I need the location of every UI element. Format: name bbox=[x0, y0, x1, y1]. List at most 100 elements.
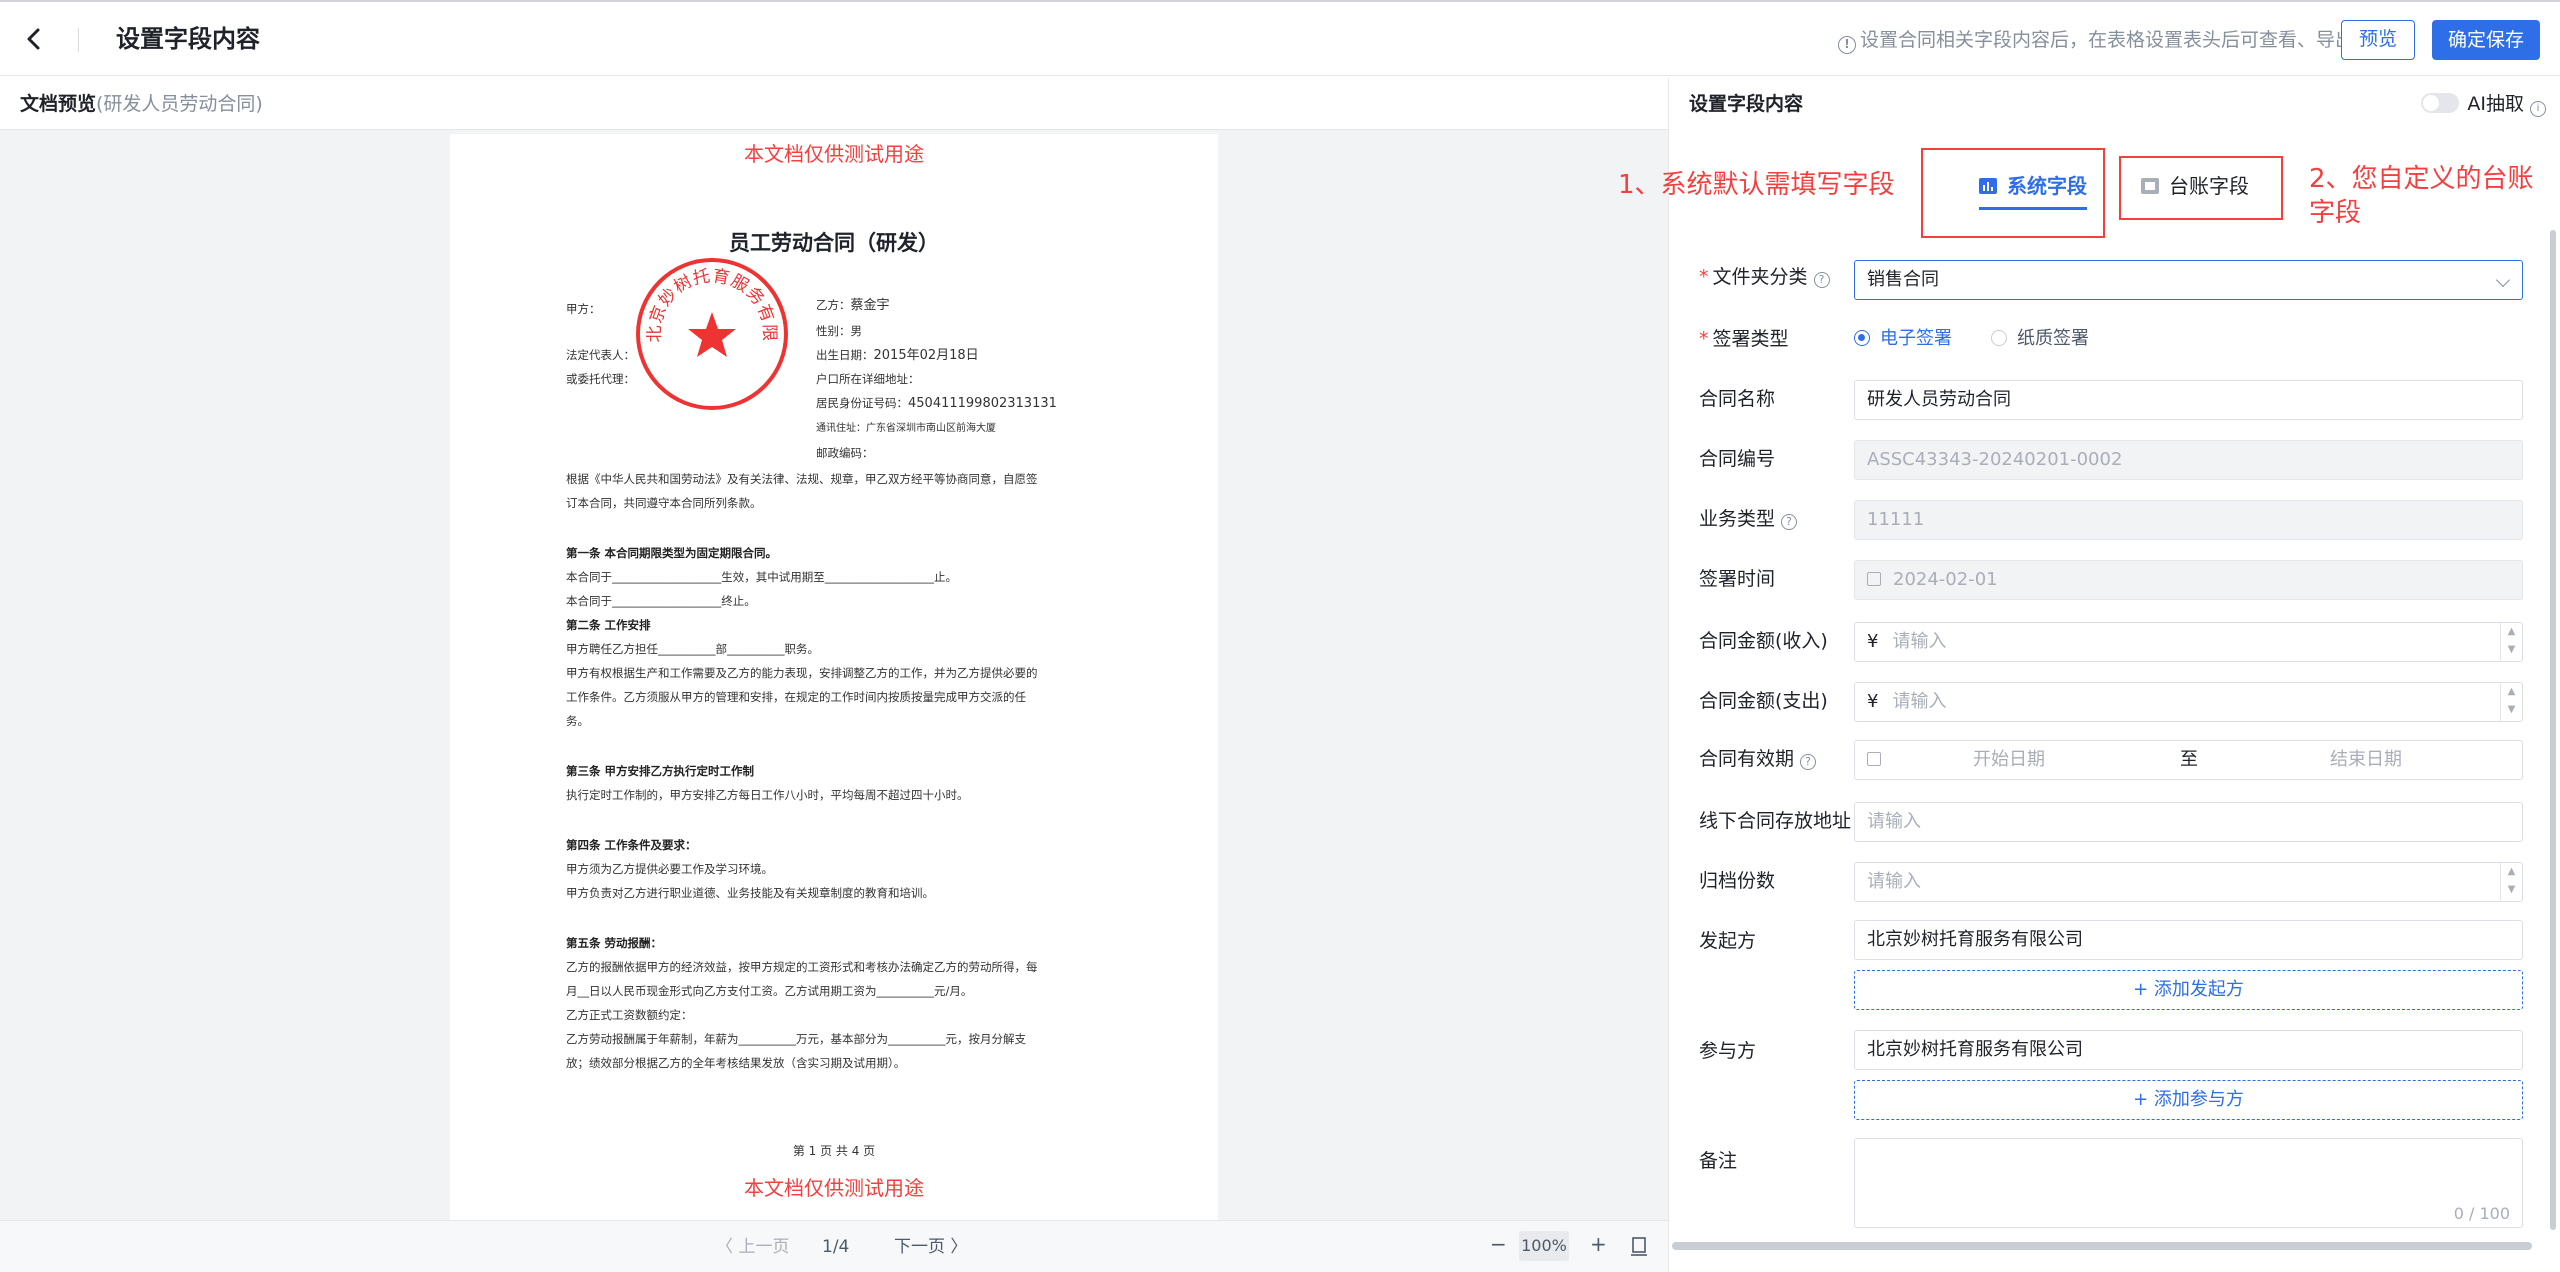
copies-placeholder: 请输入 bbox=[1867, 871, 1921, 892]
ai-extract-label: AI抽取 bbox=[2467, 93, 2524, 115]
header-tip-text: 设置合同相关字段内容后，在表格设置表头后可查看、导出 bbox=[1860, 29, 2355, 51]
initiator-input[interactable]: 北京妙树托育服务有限公司 bbox=[1854, 920, 2523, 960]
prev-page-button[interactable]: 〈 上一页 bbox=[716, 1235, 789, 1259]
doc-a4l1: 甲方须为乙方提供必要工作及学习环境。 bbox=[566, 862, 773, 876]
offline-label: 线下合同存放地址 bbox=[1699, 810, 1852, 832]
biz-label-text: 业务类型 bbox=[1699, 508, 1776, 530]
doc-idno-value: 450411199802313131 bbox=[908, 396, 1057, 411]
sign-time-input[interactable]: 2024-02-01 bbox=[1854, 560, 2523, 600]
doc-idno: 居民身份证号码：450411199802313131 bbox=[816, 394, 1057, 413]
bar-chart-icon bbox=[1979, 178, 1997, 194]
doc-idno-label: 居民身份证号码： bbox=[816, 396, 908, 410]
doc-a2l1: 甲方聘任乙方担任__________部__________职务。 bbox=[566, 642, 819, 656]
zoom-in-button[interactable]: + bbox=[1590, 1232, 1607, 1256]
doc-p1: 根据《中华人民共和国劳动法》及有关法律、法规、规章，甲乙双方经平等协商同意，自愿… bbox=[566, 472, 1038, 486]
doc-a2: 第二条 工作安排 bbox=[566, 618, 651, 632]
preview-label: 文档预览 bbox=[20, 93, 97, 115]
valid-label: 合同有效期? bbox=[1699, 746, 1817, 772]
help-icon[interactable]: ? bbox=[1813, 272, 1830, 288]
income-placeholder: 请输入 bbox=[1892, 631, 1947, 652]
page-footer: 第 1 页 共 4 页 bbox=[792, 1144, 876, 1158]
signtype-label-text: 签署类型 bbox=[1712, 328, 1789, 350]
copies-input[interactable]: 请输入 ▲ ▼ bbox=[1854, 862, 2523, 902]
add-initiator-button[interactable]: + 添加发起方 bbox=[1854, 970, 2523, 1010]
income-amount-input[interactable]: ¥ 请输入 ▲ ▼ bbox=[1854, 622, 2523, 662]
stepper-icon[interactable]: ▲ ▼ bbox=[2500, 683, 2522, 721]
stepper-icon[interactable]: ▲ ▼ bbox=[2500, 623, 2522, 661]
doc-jiafang: 甲方： bbox=[566, 302, 601, 316]
ai-info-icon[interactable]: i bbox=[2530, 101, 2546, 117]
pager-bar: 〈 上一页 1/4 下一页 〉 − 100% + bbox=[0, 1220, 1668, 1272]
contract-name-input[interactable]: 研发人员劳动合同 bbox=[1854, 380, 2523, 420]
doc-a1l1: 本合同于___________________生效，其中试用期至________… bbox=[566, 570, 957, 584]
expense-amount-input[interactable]: ¥ 请输入 ▲ ▼ bbox=[1854, 682, 2523, 722]
expense-label: 合同金额(支出) bbox=[1699, 690, 1828, 712]
folder-select[interactable]: 销售合同 bbox=[1854, 260, 2523, 300]
participant-input[interactable]: 北京妙树托育服务有限公司 bbox=[1854, 1030, 2523, 1070]
doc-hukou: 户口所在详细地址： bbox=[816, 372, 920, 386]
info-icon: ! bbox=[1838, 36, 1856, 54]
watermark-bottom: 本文档仅供测试用途 bbox=[744, 1176, 924, 1200]
biz-label: 业务类型? bbox=[1699, 506, 1798, 532]
doc-a3: 第三条 甲方安排乙方执行定时工作制 bbox=[566, 764, 755, 778]
remark-textarea[interactable]: 0 / 100 bbox=[1854, 1138, 2523, 1228]
help-icon[interactable]: ? bbox=[1800, 754, 1817, 770]
panel-scrollbar[interactable] bbox=[2550, 230, 2556, 1230]
tab-ledger-label: 台账字段 bbox=[2169, 174, 2249, 198]
document-page: 本文档仅供测试用途 员工劳动合同（研发） 北京妙树托育服务有限公司 甲方： 乙方… bbox=[450, 134, 1218, 1220]
doc-a5l4: 乙方劳动报酬属于年薪制，年薪为__________万元，基本部分为_______… bbox=[566, 1032, 1026, 1046]
doc-gender: 性别：男 bbox=[816, 322, 862, 340]
zoom-level[interactable]: 100% bbox=[1519, 1231, 1569, 1261]
fit-page-icon[interactable] bbox=[1630, 1237, 1648, 1257]
tab-ledger-fields[interactable]: 台账字段 bbox=[2141, 172, 2249, 200]
radio-paper-sign[interactable]: 纸质签署 bbox=[1991, 326, 2089, 352]
doc-gender-label: 性别： bbox=[816, 324, 851, 338]
tab-system-fields[interactable]: 系统字段 bbox=[1979, 172, 2087, 210]
annotation-note-1: 1、系统默认需填写字段 bbox=[1618, 170, 1895, 200]
doc-rep: 法定代表人： bbox=[566, 348, 635, 362]
preview-button[interactable]: 预览 bbox=[2341, 20, 2415, 60]
ai-extract-toggle[interactable] bbox=[2421, 93, 2460, 113]
end-date-placeholder[interactable]: 结束日期 bbox=[2330, 741, 2402, 779]
radio-electronic-label: 电子签署 bbox=[1880, 328, 1952, 349]
ledger-icon bbox=[2141, 178, 2159, 194]
signtype-label: * 签署类型 bbox=[1699, 328, 1789, 350]
document-preview-area[interactable]: 本文档仅供测试用途 员工劳动合同（研发） 北京妙树托育服务有限公司 甲方： 乙方… bbox=[0, 130, 1668, 1220]
preview-title: 文档预览(研发人员劳动合同) bbox=[20, 91, 263, 117]
next-page-button[interactable]: 下一页 〉 bbox=[894, 1235, 967, 1259]
tab-active-underline bbox=[1979, 207, 2087, 210]
doc-addr: 通讯住址：广东省深圳市南山区前海大厦 bbox=[816, 423, 996, 434]
save-button[interactable]: 确定保存 bbox=[2432, 20, 2540, 60]
document-title: 员工劳动合同（研发） bbox=[729, 231, 939, 255]
top-header: 设置字段内容 ! 设置合同相关字段内容后，在表格设置表头后可查看、导出 预览 确定… bbox=[0, 0, 2560, 76]
code-label: 合同编号 bbox=[1699, 448, 1776, 470]
doc-a5l2: 月__日以人民币现金形式向乙方支付工资。乙方试用期工资为__________元/… bbox=[566, 984, 973, 998]
folder-label: * 文件夹分类? bbox=[1699, 264, 1830, 290]
annotation-note-2: 2、您自定义的台账 字段 bbox=[2309, 162, 2534, 230]
help-icon[interactable]: ? bbox=[1781, 514, 1798, 530]
validity-range-picker[interactable]: 开始日期 至 结束日期 bbox=[1854, 740, 2523, 780]
biz-type-input[interactable]: 11111 bbox=[1854, 500, 2523, 540]
initiator-label: 发起方 bbox=[1699, 930, 1757, 952]
doc-a3l1: 执行定时工作制的，甲方安排乙方每日工作八小时，平均每周不超过四十小时。 bbox=[566, 788, 969, 802]
radio-checked-icon bbox=[1854, 330, 1870, 346]
remark-label: 备注 bbox=[1699, 1150, 1738, 1172]
copies-label: 归档份数 bbox=[1699, 870, 1776, 892]
header-tip: ! 设置合同相关字段内容后，在表格设置表头后可查看、导出 bbox=[1838, 26, 2354, 54]
preview-toolbar: 文档预览(研发人员劳动合同) bbox=[0, 78, 1668, 130]
back-arrow-icon[interactable] bbox=[22, 26, 48, 52]
zoom-out-button[interactable]: − bbox=[1490, 1232, 1507, 1256]
panel-horizontal-scrollbar[interactable] bbox=[1672, 1242, 2532, 1250]
doc-a5l5: 放；绩效部分根据乙方的全年考核结果发放（含实习期及试用期）。 bbox=[566, 1056, 906, 1070]
radio-paper-label: 纸质签署 bbox=[2017, 328, 2089, 349]
add-participant-button[interactable]: + 添加参与方 bbox=[1854, 1080, 2523, 1120]
start-date-placeholder[interactable]: 开始日期 bbox=[1973, 741, 2045, 779]
stepper-icon[interactable]: ▲ ▼ bbox=[2500, 863, 2522, 901]
radio-electronic-sign[interactable]: 电子签署 bbox=[1854, 326, 1952, 352]
income-label: 合同金额(收入) bbox=[1699, 630, 1828, 652]
doc-a4l2: 甲方负责对乙方进行职业道德、业务技能及有关规章制度的教育和培训。 bbox=[566, 886, 934, 900]
doc-a5l1: 乙方的报酬依据甲方的经济效益，按甲方规定的工资形式和考核办法确定乙方的劳动所得，… bbox=[566, 960, 1038, 974]
offline-address-input[interactable]: 请输入 bbox=[1854, 802, 2523, 842]
watermark-top: 本文档仅供测试用途 bbox=[744, 142, 924, 166]
contract-code-input[interactable]: ASSC43343-20240201-0002 bbox=[1854, 440, 2523, 480]
